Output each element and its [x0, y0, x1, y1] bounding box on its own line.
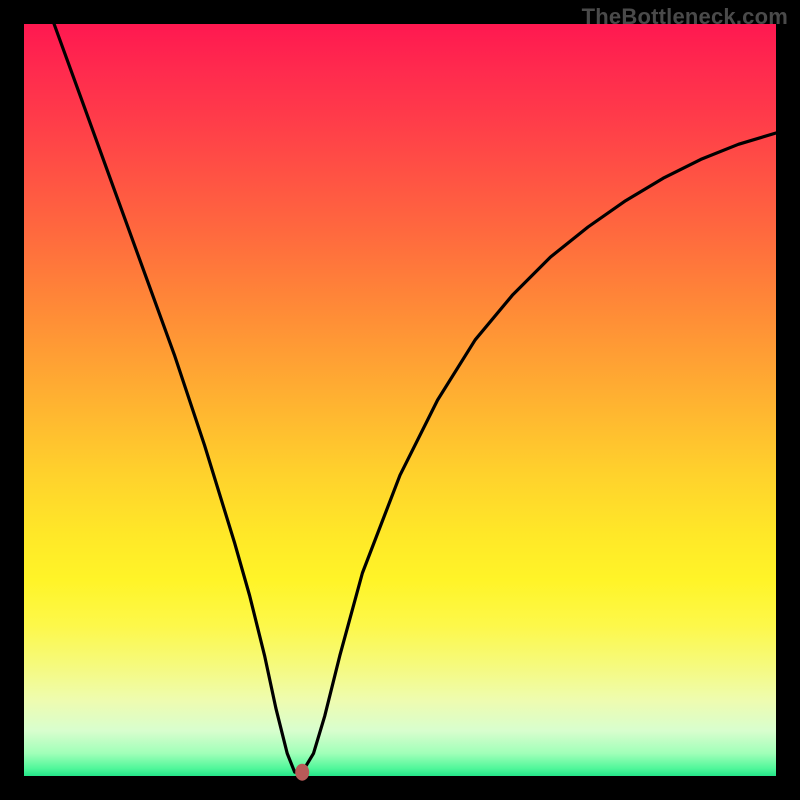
plot-area: [24, 24, 776, 776]
chart-frame: TheBottleneck.com: [0, 0, 800, 800]
plot-svg: [24, 24, 776, 776]
bottleneck-curve: [54, 24, 776, 772]
min-marker: [296, 764, 309, 780]
